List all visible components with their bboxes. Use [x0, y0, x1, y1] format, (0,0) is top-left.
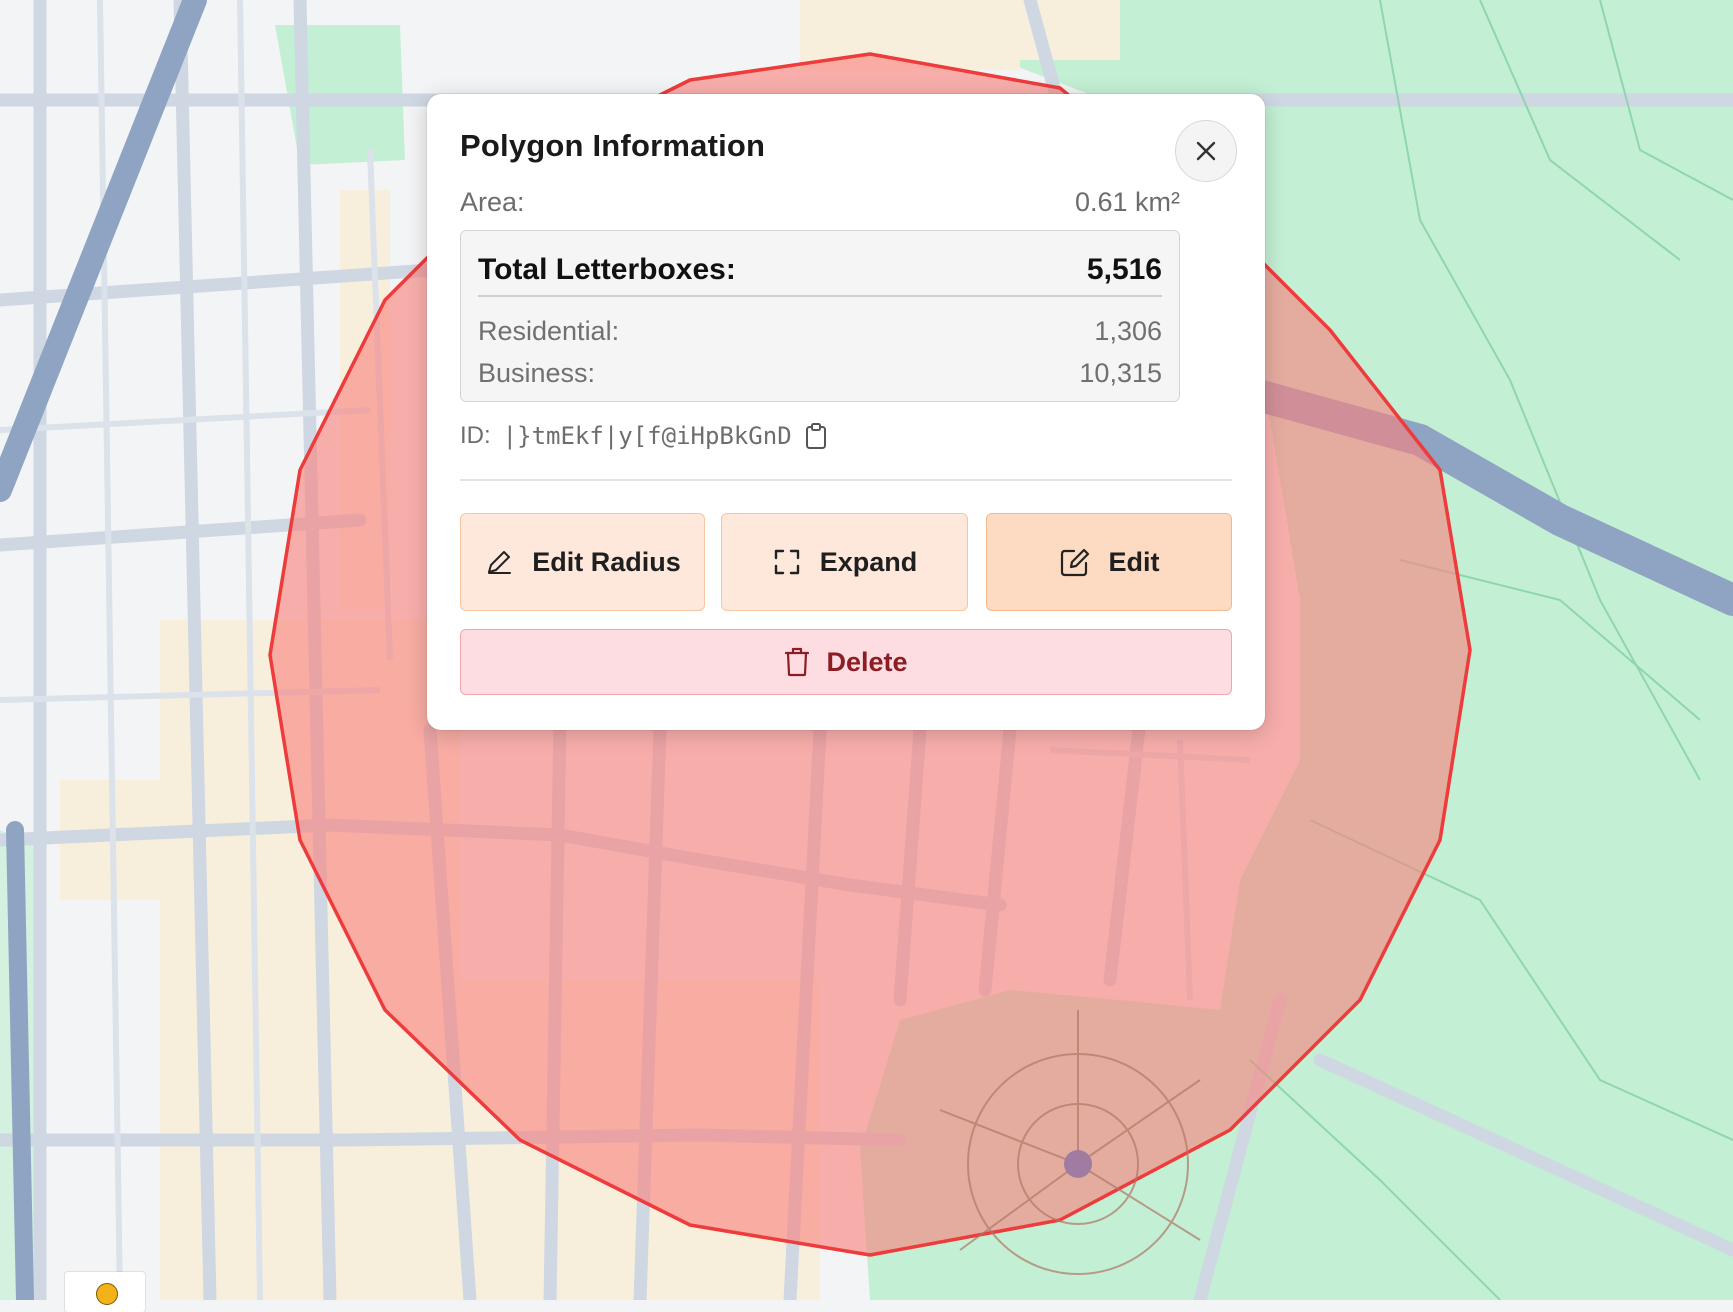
edit-square-icon — [1060, 548, 1089, 577]
id-value: |}tmEkf|y[f@iHpBkGnD — [502, 422, 792, 450]
delete-button[interactable]: Delete — [460, 629, 1232, 695]
location-pin-icon[interactable] — [96, 1283, 118, 1305]
trash-icon — [785, 647, 810, 677]
residential-value: 1,306 — [1094, 315, 1162, 346]
business-label: Business: — [478, 357, 596, 388]
residential-row: Residential: 1,306 — [478, 311, 1162, 351]
id-row: ID: |}tmEkf|y[f@iHpBkGnD — [460, 416, 828, 456]
letterbox-stats: Total Letterboxes: 5,516 Residential: 1,… — [460, 230, 1180, 402]
total-label: Total Letterboxes: — [478, 253, 736, 286]
close-icon — [1196, 141, 1216, 161]
area-row: Area: 0.61 km² — [460, 182, 1180, 222]
close-button[interactable] — [1175, 120, 1237, 182]
total-value: 5,516 — [1086, 253, 1162, 286]
delete-label: Delete — [826, 646, 908, 677]
clipboard-icon — [805, 423, 826, 449]
edit-label: Edit — [1108, 546, 1160, 577]
copy-id-button[interactable] — [804, 422, 828, 450]
popup-title: Polygon Information — [460, 128, 766, 163]
expand-icon — [774, 549, 799, 575]
expand-label: Expand — [819, 546, 918, 577]
area-label: Area: — [460, 186, 525, 217]
expand-button[interactable]: Expand — [721, 513, 968, 611]
edit-button[interactable]: Edit — [986, 513, 1232, 611]
edit-radius-button[interactable]: Edit Radius — [460, 513, 705, 611]
area-value: 0.61 km² — [1074, 186, 1180, 217]
total-row: Total Letterboxes: 5,516 — [478, 245, 1162, 297]
id-label: ID: — [460, 422, 491, 449]
business-value: 10,315 — [1079, 357, 1162, 388]
residential-label: Residential: — [478, 315, 620, 346]
pencil-icon — [487, 551, 511, 574]
monument-marker — [1064, 1150, 1092, 1178]
edit-radius-label: Edit Radius — [532, 547, 681, 577]
business-row: Business: 10,315 — [478, 353, 1162, 393]
popup-divider — [460, 479, 1232, 481]
polygon-info-popup: Polygon Information Area: 0.61 km² Total… — [427, 94, 1265, 730]
